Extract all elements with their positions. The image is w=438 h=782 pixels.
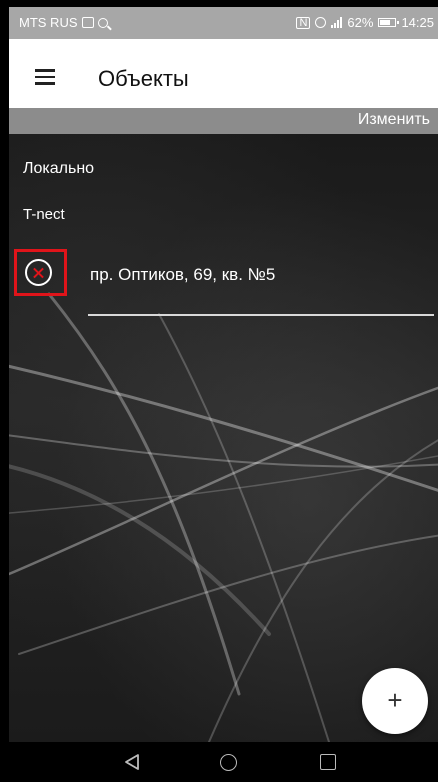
clock: 14:25 bbox=[401, 15, 434, 30]
edit-bar: Изменить bbox=[9, 108, 438, 134]
add-object-button[interactable]: + bbox=[362, 668, 428, 734]
nfc-icon: N bbox=[296, 16, 311, 29]
recents-icon[interactable] bbox=[320, 754, 336, 770]
phone-screen: MTS RUS N 62% 14:25 Объекты Изменить Лок… bbox=[9, 7, 438, 782]
home-icon[interactable] bbox=[220, 754, 237, 771]
group-label: T-nect bbox=[23, 206, 65, 223]
search-icon bbox=[97, 17, 108, 28]
navigation-bar bbox=[9, 742, 438, 782]
page-title: Объекты bbox=[98, 66, 189, 91]
section-local-label: Локально bbox=[23, 160, 95, 177]
status-bar: MTS RUS N 62% 14:25 bbox=[9, 7, 438, 39]
battery-icon bbox=[378, 18, 400, 27]
battery-percent: 62% bbox=[347, 15, 374, 30]
light-streaks-background bbox=[9, 292, 438, 742]
edit-button[interactable]: Изменить bbox=[358, 111, 430, 129]
hamburger-icon[interactable] bbox=[35, 69, 55, 85]
remove-highlight-box bbox=[14, 249, 67, 296]
alarm-icon bbox=[315, 17, 327, 28]
list-item-object[interactable]: пр. Оптиков, 69, кв. №5 bbox=[90, 265, 275, 285]
objects-list: Локально T-nect пр. Оптиков, 69, кв. №5 … bbox=[9, 134, 438, 742]
signal-icon bbox=[331, 17, 343, 28]
back-icon[interactable] bbox=[123, 753, 141, 771]
gallery-icon bbox=[81, 17, 94, 28]
item-divider bbox=[88, 314, 434, 316]
app-bar: Объекты bbox=[9, 39, 438, 117]
remove-circle-icon[interactable] bbox=[25, 259, 52, 286]
carrier-text: MTS RUS bbox=[19, 15, 78, 30]
